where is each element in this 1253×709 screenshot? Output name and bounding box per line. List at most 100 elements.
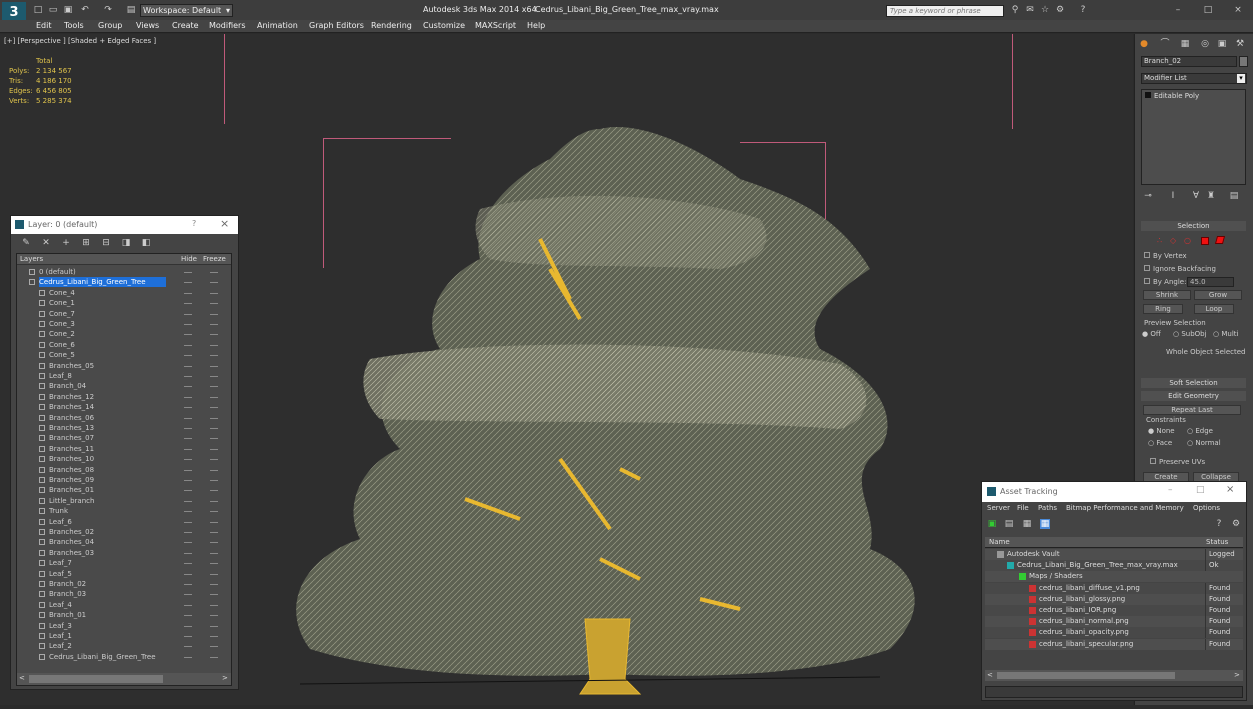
layer-row[interactable]: Cone_4 [17,288,231,298]
layer-row[interactable]: Cone_3 [17,319,231,329]
freeze-toggle[interactable] [210,417,218,419]
layer-row[interactable]: Branches_12 [17,392,231,402]
edge-mode-icon[interactable]: ◇ [1170,236,1176,245]
hide-all-icon[interactable]: ◨ [121,238,131,248]
communication-icon[interactable]: ⚙ [1055,5,1065,15]
modifier-stack[interactable]: Editable Poly [1141,89,1246,185]
new-file-icon[interactable]: □ [33,5,43,15]
hide-toggle[interactable] [184,334,192,336]
display-tab-icon[interactable]: ▣ [1217,39,1227,49]
hide-toggle[interactable] [184,490,192,492]
layer-row[interactable]: Branches_09 [17,475,231,485]
hide-toggle[interactable] [184,282,192,284]
freeze-toggle[interactable] [210,532,218,533]
binoculars-icon[interactable]: ⚲ [1010,5,1020,15]
hide-toggle[interactable] [184,594,192,596]
viewport-label[interactable]: [+] [Perspective ] [Shaded + Edged Faces… [4,37,156,45]
freeze-toggle[interactable] [210,407,218,409]
freeze-toggle[interactable] [210,594,218,596]
freeze-toggle[interactable] [210,355,218,357]
project-icon[interactable]: ▤ [126,5,136,15]
asset-row[interactable]: Autodesk VaultLogged Ou [985,549,1243,571]
freeze-toggle[interactable] [210,396,218,398]
modify-tab-icon[interactable]: ⌒ [1160,39,1170,49]
layer-row[interactable]: Cone_6 [17,340,231,350]
layer-row[interactable]: Leaf_8 [17,371,231,381]
freeze-toggle[interactable] [210,604,218,606]
freeze-toggle[interactable] [210,625,218,627]
freeze-toggle[interactable] [210,615,218,617]
scroll-right-icon[interactable]: > [222,674,228,682]
layer-row[interactable]: Branches_04 [17,537,231,547]
select-in-layer-icon[interactable]: ⊞ [81,238,91,248]
configure-sets-icon[interactable]: ▤ [1229,191,1239,201]
freeze-toggle[interactable] [210,344,218,346]
hide-toggle[interactable] [184,292,192,294]
hide-toggle[interactable] [184,625,192,627]
layer-row[interactable]: Leaf_5 [17,569,231,579]
hide-toggle[interactable] [184,604,192,606]
ignore-backfacing-checkbox[interactable]: Ignore Backfacing [1144,265,1216,273]
repeat-last-button[interactable]: Repeat Last [1143,405,1241,415]
hide-toggle[interactable] [184,448,192,450]
layer-row[interactable]: Cone_2 [17,329,231,339]
layer-row[interactable]: Cedrus_Libani_Big_Green_Tree [17,277,231,288]
layer-row[interactable]: Cedrus_Libani_Big_Green_Tree [17,652,231,662]
hide-toggle[interactable] [184,500,192,502]
vertex-mode-icon[interactable]: ∴ [1157,236,1162,245]
asset-row[interactable]: cedrus_libani_opacity.png Found [985,627,1243,639]
hide-toggle[interactable] [184,521,192,523]
close-icon[interactable]: × [220,217,229,230]
freeze-toggle[interactable] [210,386,218,388]
freeze-toggle[interactable] [210,365,218,367]
asset-horizontal-scrollbar[interactable]: < > [985,670,1243,681]
object-color-swatch[interactable] [1239,56,1248,67]
hide-toggle[interactable] [184,324,192,325]
create-tab-icon[interactable]: ● [1139,39,1149,49]
hide-toggle[interactable] [184,428,192,429]
layer-row[interactable]: Cone_7 [17,309,231,319]
freeze-toggle[interactable] [210,480,218,481]
cedar-tree-model[interactable] [280,89,940,709]
pin-stack-icon[interactable]: ⊸ [1143,191,1153,201]
constraint-face-radio[interactable]: ○ Face [1148,439,1172,447]
layer-row[interactable]: Leaf_1 [17,631,231,641]
hide-toggle[interactable] [184,407,192,409]
stack-item-toggle[interactable] [1145,92,1151,98]
remove-modifier-icon[interactable]: ♜ [1206,191,1216,201]
help-icon[interactable]: ? [1214,519,1224,529]
close-icon[interactable]: × [1226,484,1234,495]
edit-geometry-rollout-header[interactable]: Edit Geometry [1141,391,1246,401]
freeze-toggle[interactable] [210,469,218,471]
menu-edit[interactable]: Edit [36,21,52,30]
layer-row[interactable]: Leaf_4 [17,600,231,610]
freeze-toggle[interactable] [210,490,218,492]
menu-help[interactable]: Help [527,21,545,30]
layer-row[interactable]: Branch_03 [17,589,231,599]
asset-path-field[interactable] [985,686,1243,698]
layer-row[interactable]: Leaf_7 [17,558,231,568]
menu-maxscript[interactable]: MAXScript [475,21,516,30]
menu-server[interactable]: Server [987,504,1010,512]
search-input[interactable]: Type a keyword or phrase [886,5,1004,17]
asset-row[interactable]: cedrus_libani_specular.png Found [985,638,1243,650]
freeze-toggle[interactable] [210,511,218,513]
maximize-icon[interactable]: □ [1196,485,1205,495]
scroll-left-icon[interactable]: < [19,674,25,682]
maximize-icon[interactable]: □ [1203,5,1213,15]
layer-row[interactable]: Branch_01 [17,610,231,620]
menu-create[interactable]: Create [172,21,199,30]
layer-row[interactable]: Trunk [17,506,231,516]
loop-button[interactable]: Loop [1194,304,1234,314]
hide-toggle[interactable] [184,313,192,315]
hide-toggle[interactable] [184,573,192,575]
freeze-toggle[interactable] [210,376,218,377]
menu-tools[interactable]: Tools [64,21,84,30]
hide-toggle[interactable] [184,344,192,346]
freeze-toggle[interactable] [210,563,218,565]
preview-off-radio[interactable]: ● Off [1142,330,1161,338]
layer-row[interactable]: Cone_5 [17,350,231,360]
freeze-toggle[interactable] [210,292,218,294]
asset-row[interactable]: cedrus_libani_IOR.png Found [985,605,1243,616]
freeze-toggle[interactable] [210,542,218,544]
